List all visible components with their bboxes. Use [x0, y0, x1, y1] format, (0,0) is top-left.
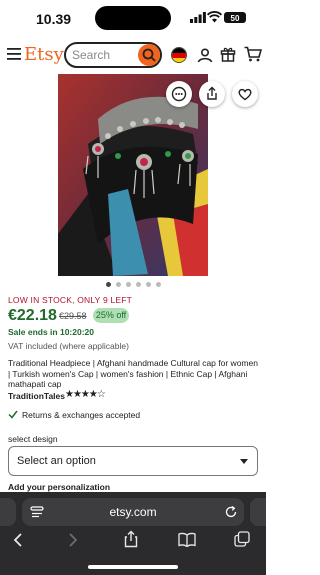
- previous-tab-peek[interactable]: [0, 498, 16, 526]
- more-options-button[interactable]: [166, 81, 192, 107]
- dynamic-island: [95, 6, 171, 30]
- flag-icon[interactable]: [171, 47, 187, 63]
- price: €22.18: [8, 307, 57, 324]
- next-tab-peek[interactable]: [250, 498, 266, 526]
- sale-countdown: Sale ends in 10:20:20: [8, 327, 94, 337]
- stock-notice: LOW IN STOCK, ONLY 9 LEFT: [8, 295, 133, 305]
- search-icon: [142, 48, 156, 62]
- carousel-dot[interactable]: [125, 282, 131, 287]
- home-indicator: [88, 565, 178, 569]
- select-design-label: select design: [8, 434, 58, 444]
- returns-info: Returns & exchanges accepted: [8, 410, 140, 420]
- original-price: €29.58: [59, 311, 87, 321]
- reload-icon[interactable]: [224, 505, 238, 519]
- cart-icon[interactable]: [244, 46, 262, 62]
- personalization-label: Add your personalization: [8, 482, 111, 492]
- shop-name-link[interactable]: TraditionTales: [8, 391, 65, 401]
- battery-icon: 50: [224, 12, 246, 23]
- design-select-value: Select an option: [17, 455, 96, 467]
- search-placeholder: Search: [72, 48, 111, 62]
- image-carousel-dots[interactable]: [0, 282, 266, 288]
- share-icon: [207, 86, 217, 100]
- rating-stars[interactable]: ★★★★☆: [65, 389, 106, 400]
- carousel-dot[interactable]: [145, 282, 151, 287]
- etsy-logo[interactable]: Etsy: [24, 44, 64, 65]
- url-text[interactable]: etsy.com: [22, 505, 244, 519]
- gift-icon[interactable]: [220, 46, 236, 62]
- share-icon[interactable]: [123, 530, 139, 548]
- search-button[interactable]: [138, 44, 160, 66]
- user-icon[interactable]: [197, 47, 213, 63]
- product-title: Traditional Headpiece | Afghani handmade…: [8, 358, 258, 389]
- carousel-dot[interactable]: [105, 282, 111, 287]
- carousel-dot[interactable]: [135, 282, 141, 287]
- wifi-icon: [207, 11, 222, 23]
- more-icon: [171, 86, 187, 102]
- check-icon: [8, 410, 18, 419]
- returns-label: Returns & exchanges accepted: [22, 410, 141, 420]
- cellular-signal-icon: [190, 12, 206, 23]
- favorite-button[interactable]: [232, 81, 258, 107]
- heart-icon: [238, 88, 252, 101]
- back-icon[interactable]: [11, 532, 25, 548]
- bookmarks-icon[interactable]: [178, 532, 196, 547]
- discount-badge: 25% off: [93, 308, 129, 323]
- forward-icon[interactable]: [66, 532, 80, 548]
- share-button[interactable]: [199, 81, 225, 107]
- menu-icon[interactable]: [7, 48, 21, 60]
- tabs-icon[interactable]: [234, 531, 250, 547]
- status-time: 10.39: [36, 11, 72, 27]
- chevron-down-icon: [240, 459, 248, 464]
- carousel-dot[interactable]: [115, 282, 121, 287]
- vat-note: VAT included (where applicable): [8, 341, 129, 351]
- carousel-dot[interactable]: [155, 282, 161, 287]
